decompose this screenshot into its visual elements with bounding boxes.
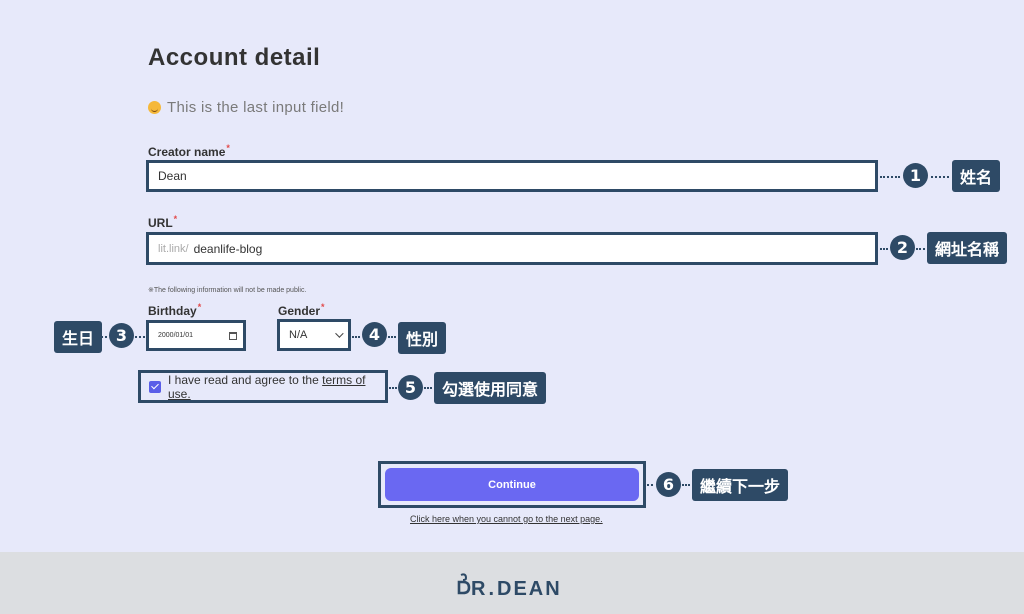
url-value: deanlife-blog <box>193 241 263 256</box>
help-link[interactable]: Click here when you cannot go to the nex… <box>410 514 603 524</box>
connector-2 <box>880 248 888 250</box>
creator-name-value: Dean <box>158 169 187 183</box>
annotation-marker-1: 1 <box>903 163 928 188</box>
connector-1 <box>880 176 900 178</box>
required-mark: * <box>226 143 230 153</box>
privacy-note: ※The following information will not be m… <box>148 287 307 294</box>
brand-logo: R. DEAN <box>457 573 562 601</box>
connector-5b <box>424 387 432 389</box>
subtitle: This is the last input field! <box>148 99 344 116</box>
required-mark: * <box>321 302 325 312</box>
calendar-icon[interactable] <box>229 331 237 340</box>
subtitle-text: This is the last input field! <box>167 99 345 116</box>
annotation-tag-birthday: 生日 <box>54 321 103 353</box>
annotation-marker-4: 4 <box>362 322 387 347</box>
annotation-tag-name: 姓名 <box>952 160 1001 192</box>
url-label: URL* <box>148 214 178 230</box>
annotation-tag-url: 網址名稱 <box>927 232 1008 264</box>
continue-button-frame: Continue <box>378 461 646 508</box>
annotation-tag-continue: 繼續下一步 <box>692 469 789 501</box>
annotation-marker-6: 6 <box>656 472 681 497</box>
birthday-label: Birthday* <box>148 302 202 318</box>
terms-text: I have read and agree to the terms of us… <box>168 372 366 401</box>
birthday-value: 2000/01/01 <box>158 332 194 339</box>
connector-3 <box>101 336 107 338</box>
brand-r: R <box>471 578 488 600</box>
url-prefix: lit.link/ <box>158 242 189 255</box>
birthday-input[interactable]: 2000/01/01 <box>146 320 246 351</box>
terms-agree-row[interactable]: I have read and agree to the terms of us… <box>138 370 388 403</box>
connector-4 <box>352 336 360 338</box>
required-mark: * <box>197 302 202 312</box>
annotation-tag-agree: 勾選使用同意 <box>434 372 547 404</box>
page-title: Account detail <box>148 44 321 71</box>
continue-button[interactable]: Continue <box>385 468 639 501</box>
required-mark: * <box>173 214 178 224</box>
annotation-marker-5: 5 <box>398 375 423 400</box>
creator-name-label: Creator name* <box>148 143 230 159</box>
gender-value: N/A <box>289 329 308 341</box>
annotation-tag-gender: 性別 <box>398 322 447 354</box>
smile-emoji-icon <box>148 101 161 114</box>
url-input[interactable]: lit.link/ deanlife-blog <box>146 232 878 265</box>
connector-6 <box>647 484 653 486</box>
connector-5 <box>389 387 397 389</box>
gender-select[interactable]: N/A <box>277 319 351 351</box>
brand-dot: . <box>488 578 497 600</box>
gender-label: Gender* <box>278 302 325 318</box>
connector-1b <box>931 176 949 178</box>
creator-name-input[interactable]: Dean <box>146 160 878 192</box>
connector-2b <box>916 248 925 250</box>
terms-checkbox[interactable] <box>149 380 161 393</box>
dr-dean-logo-icon <box>457 573 471 595</box>
brand-dean: DEAN <box>497 578 562 600</box>
annotation-marker-3: 3 <box>109 323 134 348</box>
connector-3b <box>135 336 145 338</box>
chevron-down-icon <box>335 329 344 338</box>
connector-4b <box>388 336 396 338</box>
annotation-marker-2: 2 <box>890 235 915 260</box>
connector-6b <box>682 484 690 486</box>
